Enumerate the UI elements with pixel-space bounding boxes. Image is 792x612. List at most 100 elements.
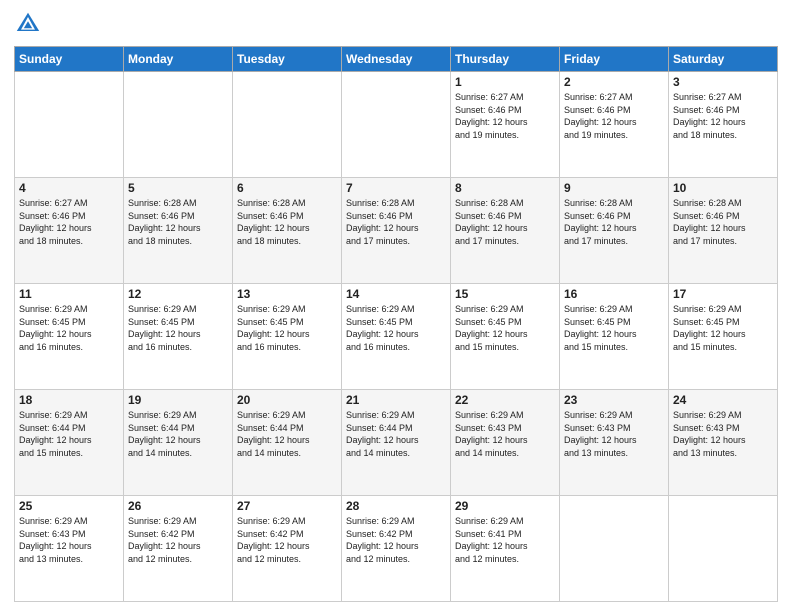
cell-info: Sunrise: 6:29 AM Sunset: 6:44 PM Dayligh… — [128, 409, 228, 459]
cell-info: Sunrise: 6:29 AM Sunset: 6:45 PM Dayligh… — [19, 303, 119, 353]
day-number: 13 — [237, 287, 337, 301]
cell-info: Sunrise: 6:29 AM Sunset: 6:45 PM Dayligh… — [237, 303, 337, 353]
calendar-cell: 1Sunrise: 6:27 AM Sunset: 6:46 PM Daylig… — [451, 72, 560, 178]
cell-info: Sunrise: 6:29 AM Sunset: 6:41 PM Dayligh… — [455, 515, 555, 565]
cell-info: Sunrise: 6:28 AM Sunset: 6:46 PM Dayligh… — [455, 197, 555, 247]
cell-info: Sunrise: 6:28 AM Sunset: 6:46 PM Dayligh… — [346, 197, 446, 247]
calendar-cell: 25 Sunrise: 6:29 AM Sunset: 6:43 PM Dayli… — [15, 496, 124, 602]
day-header-saturday: Saturday — [669, 47, 778, 72]
logo-icon — [14, 10, 42, 38]
day-number: 20 — [237, 393, 337, 407]
week-row-4: 25 Sunrise: 6:29 AM Sunset: 6:43 PM Dayli… — [15, 496, 778, 602]
calendar-cell: 20 Sunrise: 6:29 AM Sunset: 6:44 PM Dayli… — [233, 390, 342, 496]
week-row-0: 1Sunrise: 6:27 AM Sunset: 6:46 PM Daylig… — [15, 72, 778, 178]
week-row-2: 11Sunrise: 6:29 AM Sunset: 6:45 PM Dayli… — [15, 284, 778, 390]
day-header-monday: Monday — [124, 47, 233, 72]
cell-info: Sunrise: 6:29 AM Sunset: 6:45 PM Dayligh… — [673, 303, 773, 353]
cell-info: Sunrise: 6:27 AM Sunset: 6:46 PM Dayligh… — [564, 91, 664, 141]
day-number: 4 — [19, 181, 119, 195]
cell-info: Sunrise: 6:29 AM Sunset: 6:44 PM Dayligh… — [237, 409, 337, 459]
day-number: 15 — [455, 287, 555, 301]
day-number: 26 — [128, 499, 228, 513]
calendar-cell — [669, 496, 778, 602]
calendar-cell: 27 Sunrise: 6:29 AM Sunset: 6:42 PM Dayli… — [233, 496, 342, 602]
calendar-cell: 26 Sunrise: 6:29 AM Sunset: 6:42 PM Dayli… — [124, 496, 233, 602]
day-number: 16 — [564, 287, 664, 301]
header — [14, 10, 778, 38]
calendar-cell: 5 Sunrise: 6:28 AM Sunset: 6:46 PM Daylig… — [124, 178, 233, 284]
logo — [14, 10, 44, 38]
calendar-cell: 29 Sunrise: 6:29 AM Sunset: 6:41 PM Dayli… — [451, 496, 560, 602]
calendar-cell: 17 Sunrise: 6:29 AM Sunset: 6:45 PM Dayli… — [669, 284, 778, 390]
cell-info: Sunrise: 6:29 AM Sunset: 6:43 PM Dayligh… — [455, 409, 555, 459]
calendar-cell: 23 Sunrise: 6:29 AM Sunset: 6:43 PM Dayli… — [560, 390, 669, 496]
day-number: 28 — [346, 499, 446, 513]
calendar-cell — [124, 72, 233, 178]
cell-info: Sunrise: 6:28 AM Sunset: 6:46 PM Dayligh… — [128, 197, 228, 247]
calendar-cell: 19 Sunrise: 6:29 AM Sunset: 6:44 PM Dayli… — [124, 390, 233, 496]
calendar-cell: 6 Sunrise: 6:28 AM Sunset: 6:46 PM Daylig… — [233, 178, 342, 284]
calendar-cell: 15 Sunrise: 6:29 AM Sunset: 6:45 PM Dayli… — [451, 284, 560, 390]
day-number: 12 — [128, 287, 228, 301]
calendar-cell: 3 Sunrise: 6:27 AM Sunset: 6:46 PM Daylig… — [669, 72, 778, 178]
day-number: 24 — [673, 393, 773, 407]
calendar-cell — [233, 72, 342, 178]
calendar-cell: 8 Sunrise: 6:28 AM Sunset: 6:46 PM Daylig… — [451, 178, 560, 284]
calendar-cell: 10Sunrise: 6:28 AM Sunset: 6:46 PM Dayli… — [669, 178, 778, 284]
day-number: 7 — [346, 181, 446, 195]
cell-info: Sunrise: 6:29 AM Sunset: 6:42 PM Dayligh… — [128, 515, 228, 565]
calendar-cell: 9 Sunrise: 6:28 AM Sunset: 6:46 PM Daylig… — [560, 178, 669, 284]
calendar-cell: 13 Sunrise: 6:29 AM Sunset: 6:45 PM Dayli… — [233, 284, 342, 390]
cell-info: Sunrise: 6:29 AM Sunset: 6:42 PM Dayligh… — [237, 515, 337, 565]
day-header-friday: Friday — [560, 47, 669, 72]
day-number: 3 — [673, 75, 773, 89]
calendar-cell: 2 Sunrise: 6:27 AM Sunset: 6:46 PM Daylig… — [560, 72, 669, 178]
day-number: 22 — [455, 393, 555, 407]
calendar-cell: 18Sunrise: 6:29 AM Sunset: 6:44 PM Dayli… — [15, 390, 124, 496]
day-header-tuesday: Tuesday — [233, 47, 342, 72]
day-number: 5 — [128, 181, 228, 195]
day-number: 9 — [564, 181, 664, 195]
cell-info: Sunrise: 6:29 AM Sunset: 6:43 PM Dayligh… — [19, 515, 119, 565]
day-header-thursday: Thursday — [451, 47, 560, 72]
cell-info: Sunrise: 6:27 AM Sunset: 6:46 PM Dayligh… — [19, 197, 119, 247]
cell-info: Sunrise: 6:29 AM Sunset: 6:43 PM Dayligh… — [564, 409, 664, 459]
calendar-cell — [560, 496, 669, 602]
cell-info: Sunrise: 6:28 AM Sunset: 6:46 PM Dayligh… — [237, 197, 337, 247]
page: SundayMondayTuesdayWednesdayThursdayFrid… — [0, 0, 792, 612]
day-number: 17 — [673, 287, 773, 301]
day-number: 21 — [346, 393, 446, 407]
day-number: 25 — [19, 499, 119, 513]
calendar-cell: 22 Sunrise: 6:29 AM Sunset: 6:43 PM Dayli… — [451, 390, 560, 496]
day-number: 19 — [128, 393, 228, 407]
day-number: 8 — [455, 181, 555, 195]
day-number: 14 — [346, 287, 446, 301]
day-number: 2 — [564, 75, 664, 89]
day-number: 29 — [455, 499, 555, 513]
calendar-cell — [15, 72, 124, 178]
day-number: 18 — [19, 393, 119, 407]
calendar-header-row: SundayMondayTuesdayWednesdayThursdayFrid… — [15, 47, 778, 72]
calendar-cell: 7 Sunrise: 6:28 AM Sunset: 6:46 PM Daylig… — [342, 178, 451, 284]
calendar-table: SundayMondayTuesdayWednesdayThursdayFrid… — [14, 46, 778, 602]
cell-info: Sunrise: 6:29 AM Sunset: 6:45 PM Dayligh… — [346, 303, 446, 353]
day-header-sunday: Sunday — [15, 47, 124, 72]
day-header-wednesday: Wednesday — [342, 47, 451, 72]
calendar-cell: 11Sunrise: 6:29 AM Sunset: 6:45 PM Dayli… — [15, 284, 124, 390]
cell-info: Sunrise: 6:29 AM Sunset: 6:42 PM Dayligh… — [346, 515, 446, 565]
cell-info: Sunrise: 6:27 AM Sunset: 6:46 PM Dayligh… — [673, 91, 773, 141]
cell-info: Sunrise: 6:28 AM Sunset: 6:46 PM Dayligh… — [673, 197, 773, 247]
day-number: 27 — [237, 499, 337, 513]
calendar-cell: 12 Sunrise: 6:29 AM Sunset: 6:45 PM Dayli… — [124, 284, 233, 390]
cell-info: Sunrise: 6:29 AM Sunset: 6:45 PM Dayligh… — [128, 303, 228, 353]
calendar-cell: 4 Sunrise: 6:27 AM Sunset: 6:46 PM Daylig… — [15, 178, 124, 284]
calendar-cell: 24 Sunrise: 6:29 AM Sunset: 6:43 PM Dayli… — [669, 390, 778, 496]
cell-info: Sunrise: 6:27 AM Sunset: 6:46 PM Dayligh… — [455, 91, 555, 141]
day-number: 23 — [564, 393, 664, 407]
day-number: 6 — [237, 181, 337, 195]
calendar-cell: 21Sunrise: 6:29 AM Sunset: 6:44 PM Dayli… — [342, 390, 451, 496]
cell-info: Sunrise: 6:29 AM Sunset: 6:45 PM Dayligh… — [564, 303, 664, 353]
cell-info: Sunrise: 6:29 AM Sunset: 6:43 PM Dayligh… — [673, 409, 773, 459]
cell-info: Sunrise: 6:28 AM Sunset: 6:46 PM Dayligh… — [564, 197, 664, 247]
cell-info: Sunrise: 6:29 AM Sunset: 6:45 PM Dayligh… — [455, 303, 555, 353]
